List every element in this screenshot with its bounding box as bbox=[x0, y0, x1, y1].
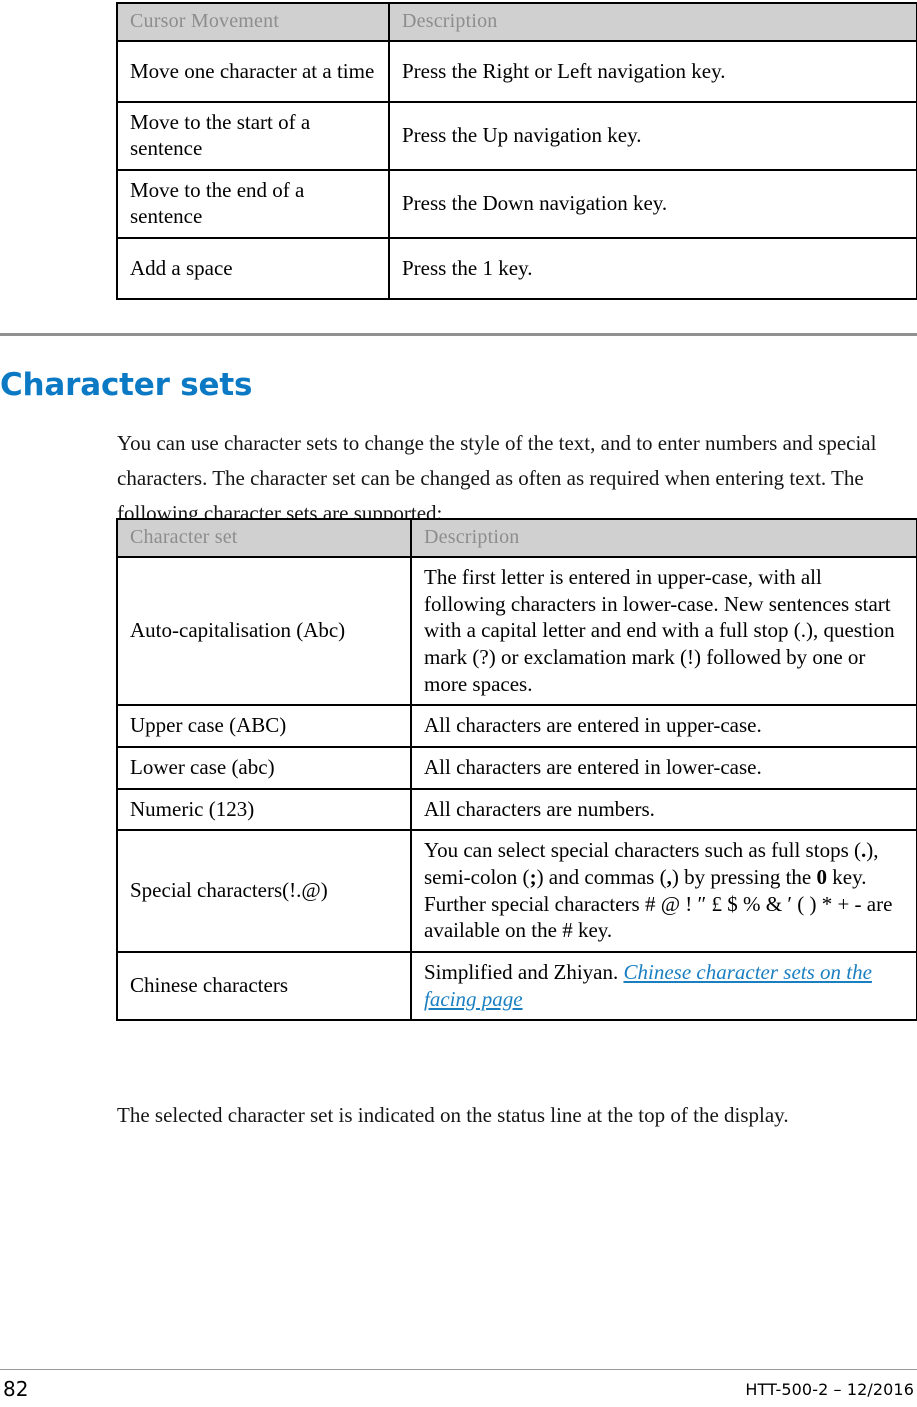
cell-charset-description: All characters are numbers. bbox=[410, 787, 917, 832]
character-sets-table: Character set Description Auto-capitalis… bbox=[116, 518, 917, 1022]
cell-movement: Move to the start of a sentence bbox=[116, 101, 390, 171]
cell-description: Press the 1 key. bbox=[388, 236, 917, 300]
table-row: Special characters(!.@) You can select s… bbox=[116, 829, 917, 953]
cell-movement: Move one character at a time bbox=[116, 40, 390, 103]
footer-divider-rule bbox=[0, 1369, 917, 1370]
desc-text-part: Simplified and Zhiyan. bbox=[424, 959, 624, 984]
table-header-row: Character set Description bbox=[116, 518, 917, 558]
cell-charset-name: Auto-capitalisation (Abc) bbox=[116, 555, 412, 707]
footer-document-reference: HTT-500-2 – 12/2016 bbox=[745, 1380, 914, 1399]
table-row: Add a space Press the 1 key. bbox=[116, 236, 917, 300]
table-row: Upper case (ABC) All characters are ente… bbox=[116, 704, 917, 748]
table-row: Auto-capitalisation (Abc) The first lett… bbox=[116, 555, 917, 707]
cell-charset-name: Lower case (abc) bbox=[116, 745, 412, 790]
table-header-row: Cursor Movement Description bbox=[116, 2, 917, 42]
table-row: Chinese characters Simplified and Zhiyan… bbox=[116, 950, 917, 1022]
table-row: Lower case (abc) All characters are ente… bbox=[116, 745, 917, 790]
cell-description: Press the Right or Left navigation key. bbox=[388, 40, 917, 103]
section-divider-rule bbox=[0, 333, 917, 336]
desc-bold-zero-key: 0 bbox=[816, 864, 828, 889]
table-row: Move one character at a time Press the R… bbox=[116, 40, 917, 103]
cell-charset-name: Upper case (ABC) bbox=[116, 704, 412, 748]
desc-bold-semicolon: ; bbox=[529, 864, 537, 889]
outro-paragraph: The selected character set is indicated … bbox=[117, 1103, 789, 1127]
cell-charset-name: Special characters(!.@) bbox=[116, 829, 412, 953]
cell-description: Press the Up navigation key. bbox=[388, 101, 917, 171]
table-row: Move to the start of a sentence Press th… bbox=[116, 101, 917, 171]
cell-charset-name: Chinese characters bbox=[116, 950, 412, 1022]
cell-movement: Move to the end of a sentence bbox=[116, 168, 390, 239]
cell-charset-name: Numeric (123) bbox=[116, 787, 412, 832]
intro-paragraph: You can use character sets to change the… bbox=[117, 431, 877, 525]
column-header-description: Description bbox=[410, 518, 917, 558]
desc-text-part: ) and commas ( bbox=[536, 864, 667, 889]
cell-charset-description: The first letter is entered in upper-cas… bbox=[410, 555, 917, 707]
column-header-description: Description bbox=[388, 2, 917, 42]
cursor-movement-table: Cursor Movement Description Move one cha… bbox=[116, 2, 917, 300]
table-row: Move to the end of a sentence Press the … bbox=[116, 168, 917, 239]
column-header-character-set: Character set bbox=[116, 518, 412, 558]
footer-page-number: 82 bbox=[3, 1377, 29, 1401]
document-page: Cursor Movement Description Move one cha… bbox=[0, 0, 917, 1407]
cell-charset-description: Simplified and Zhiyan. Chinese character… bbox=[410, 950, 917, 1022]
cell-description: Press the Down navigation key. bbox=[388, 168, 917, 239]
cell-movement: Add a space bbox=[116, 236, 390, 300]
column-header-cursor-movement: Cursor Movement bbox=[116, 2, 390, 42]
cell-charset-description: You can select special characters such a… bbox=[410, 829, 917, 953]
page-title: Character sets bbox=[0, 366, 253, 403]
cell-charset-description: All characters are entered in upper-case… bbox=[410, 704, 917, 748]
desc-text-part: You can select special characters such a… bbox=[424, 838, 861, 863]
cell-charset-description: All characters are entered in lower-case… bbox=[410, 745, 917, 790]
desc-text-part: ) by pressing the bbox=[671, 864, 817, 889]
table-row: Numeric (123) All characters are numbers… bbox=[116, 787, 917, 832]
